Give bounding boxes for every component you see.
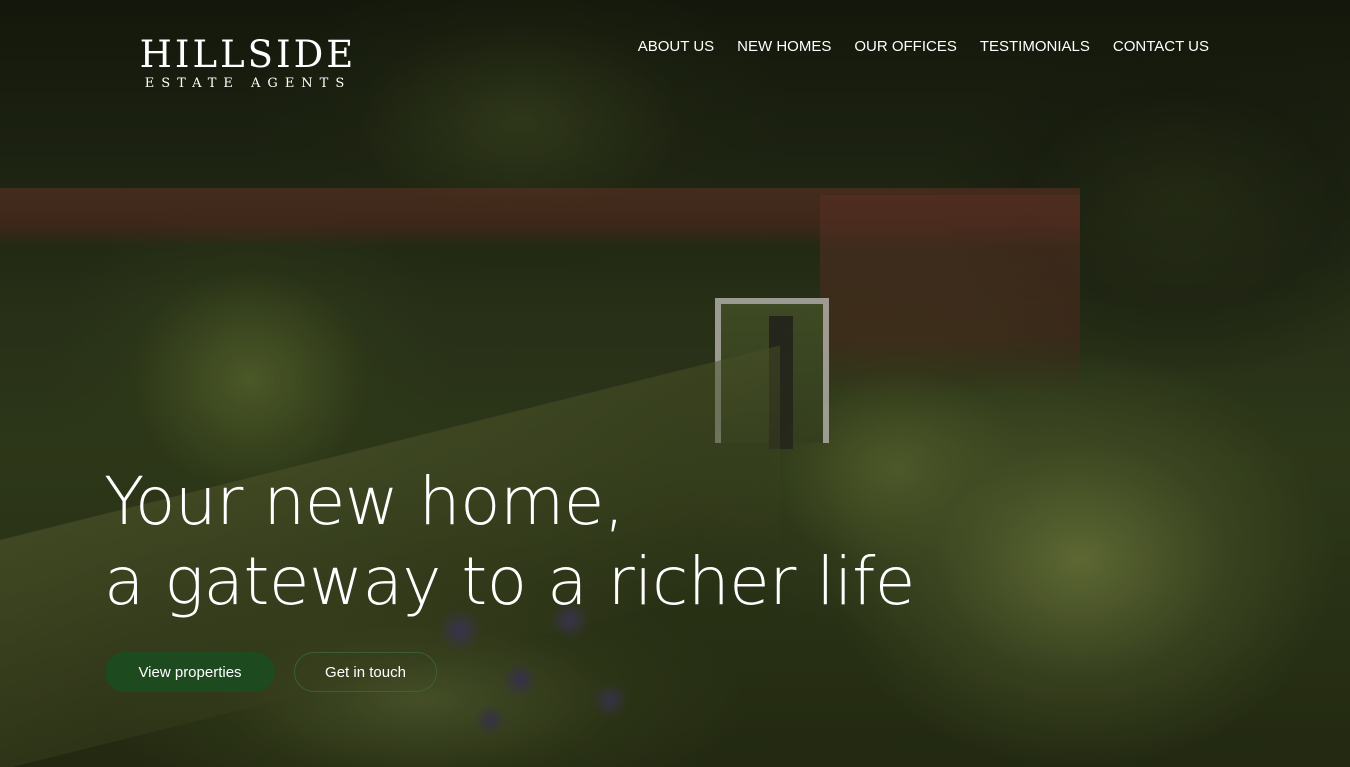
- brand-tagline: ESTATE AGENTS: [144, 76, 352, 91]
- nav-about-us[interactable]: ABOUT US: [638, 38, 714, 56]
- view-properties-button[interactable]: View properties: [105, 652, 275, 692]
- brand-logo[interactable]: HILLSIDE ESTATE AGENTS: [128, 34, 368, 92]
- headline-line-1: Your new home,: [104, 463, 625, 540]
- hero-section: HILLSIDE ESTATE AGENTS ABOUT US NEW HOME…: [0, 0, 1350, 767]
- get-in-touch-button[interactable]: Get in touch: [294, 652, 437, 692]
- nav-testimonials[interactable]: TESTIMONIALS: [980, 38, 1090, 56]
- hero-headline: Your new home, a gateway to a richer lif…: [104, 462, 915, 622]
- headline-line-2: a gateway to a richer life: [104, 543, 915, 620]
- nav-contact-us[interactable]: CONTACT US: [1113, 38, 1209, 56]
- nav-new-homes[interactable]: NEW HOMES: [737, 38, 831, 56]
- nav-our-offices[interactable]: OUR OFFICES: [854, 38, 957, 56]
- main-nav: ABOUT US NEW HOMES OUR OFFICES TESTIMONI…: [638, 38, 1209, 56]
- brand-name: HILLSIDE: [139, 33, 357, 76]
